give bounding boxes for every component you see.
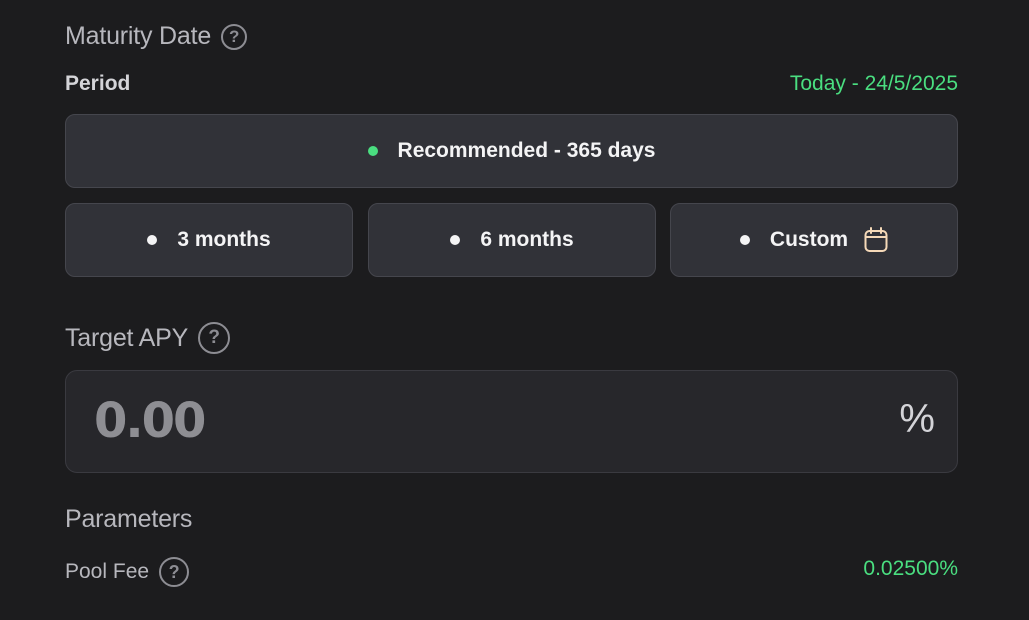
maturity-date-title: Maturity Date — [65, 22, 212, 50]
maturity-form: Maturity Date ? Period Today - 24/5/2025… — [0, 0, 1029, 620]
six-months-option-label: 6 months — [480, 228, 574, 251]
dot-icon — [450, 235, 461, 245]
recommended-option-button[interactable]: Recommended - 365 days — [65, 114, 958, 188]
help-icon[interactable]: ? — [221, 23, 248, 50]
calendar-icon — [864, 227, 888, 253]
pool-fee-label: Pool Fee — [65, 560, 150, 583]
target-apy-header: Target APY ? — [65, 322, 231, 354]
dot-icon — [147, 235, 158, 245]
six-months-option-button[interactable]: 6 months — [368, 203, 656, 277]
help-icon[interactable]: ? — [159, 557, 190, 587]
pool-fee-value: 0.02500% — [863, 557, 958, 580]
target-apy-field: % — [65, 370, 958, 473]
selected-dot-icon — [367, 146, 378, 156]
three-months-option-button[interactable]: 3 months — [65, 203, 353, 277]
three-months-option-label: 3 months — [177, 228, 271, 251]
maturity-date-header: Maturity Date ? — [65, 22, 248, 51]
target-apy-input[interactable] — [94, 389, 854, 453]
custom-option-label: Custom — [769, 228, 849, 251]
pool-fee-label-row: Pool Fee ? — [65, 557, 190, 587]
period-label: Period — [65, 72, 131, 95]
parameters-title: Parameters — [65, 505, 193, 533]
period-value: Today - 24/5/2025 — [789, 72, 958, 95]
help-icon[interactable]: ? — [198, 322, 231, 354]
recommended-option-label: Recommended - 365 days — [397, 139, 656, 162]
dot-icon — [739, 235, 750, 245]
custom-option-button[interactable]: Custom — [670, 203, 958, 277]
target-apy-title: Target APY — [65, 323, 189, 352]
percent-suffix: % — [899, 397, 935, 441]
